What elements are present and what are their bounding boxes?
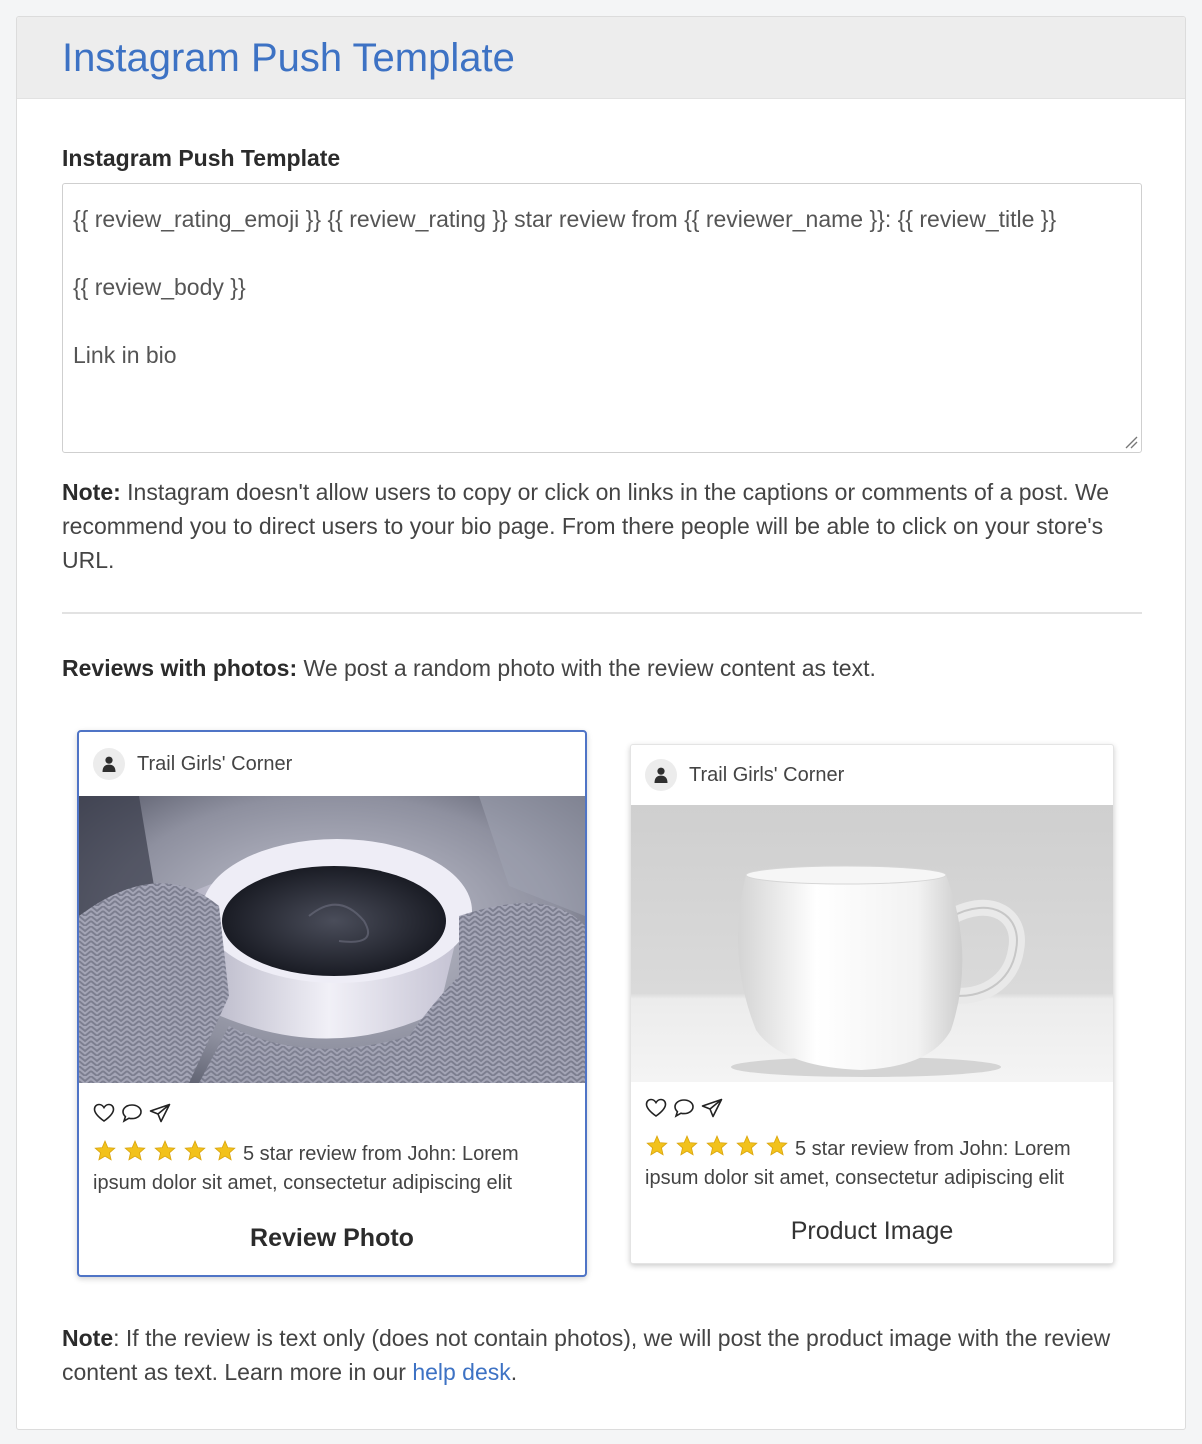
template-line-3: Link in bio (73, 342, 177, 368)
photos-info: Reviews with photos: We post a random ph… (62, 651, 1142, 685)
help-desk-link[interactable]: help desk (412, 1359, 510, 1385)
note-body: Instagram doesn't allow users to copy or… (62, 479, 1110, 573)
instagram-push-panel: Instagram Push Template Instagram Push T… (16, 16, 1186, 1430)
star-icon (154, 1139, 176, 1161)
bottom-note-body: : If the review is text only (does not c… (62, 1325, 1111, 1385)
template-field-label: Instagram Push Template (62, 145, 341, 171)
send-icon[interactable] (701, 1098, 723, 1118)
send-icon[interactable] (149, 1103, 171, 1123)
product-image (631, 805, 1113, 1082)
comment-icon[interactable] (673, 1098, 695, 1118)
star-icon (736, 1134, 758, 1156)
account-name: Trail Girls' Corner (689, 763, 845, 786)
heart-icon[interactable] (645, 1098, 667, 1118)
review-photo-image (79, 796, 585, 1083)
account-name: Trail Girls' Corner (137, 752, 293, 775)
star-icon (766, 1134, 788, 1156)
user-icon (102, 756, 116, 772)
post-caption: 5 star review from John: Lorem ipsum dol… (631, 1134, 1113, 1193)
avatar (93, 748, 125, 780)
post-header: Trail Girls' Corner (631, 745, 1113, 805)
star-icon (124, 1139, 146, 1161)
star-icon (214, 1139, 236, 1161)
rating-stars (93, 1139, 237, 1163)
review-photo-label: Review Photo (250, 1224, 414, 1252)
comment-icon[interactable] (121, 1103, 143, 1123)
page-title: Instagram Push Template (62, 36, 515, 80)
star-icon (184, 1139, 206, 1161)
template-textarea[interactable]: {{ review_rating_emoji }} {{ review_rati… (62, 183, 1142, 453)
bottom-note-prefix: Note (62, 1325, 114, 1351)
note-prefix: Note: (62, 479, 121, 505)
star-icon (646, 1134, 668, 1156)
panel-header: Instagram Push Template (17, 17, 1185, 99)
review-photo-option-card[interactable]: Trail Girls' Corner 5 star review from J… (77, 730, 587, 1277)
product-image-option-card[interactable]: Trail Girls' Corner 5 star review from J… (630, 744, 1114, 1264)
post-actions (79, 1083, 585, 1139)
section-divider (62, 612, 1142, 614)
user-icon (654, 767, 668, 783)
text-only-review-note: Note: If the review is text only (does n… (62, 1321, 1142, 1389)
post-caption: 5 star review from John: Lorem ipsum dol… (79, 1139, 585, 1198)
star-icon (94, 1139, 116, 1161)
template-line-1: {{ review_rating_emoji }} {{ review_rati… (73, 206, 1057, 232)
template-line-2: {{ review_body }} (73, 274, 246, 300)
product-image-label: Product Image (790, 1217, 954, 1245)
star-icon (676, 1134, 698, 1156)
photos-info-body: We post a random photo with the review c… (297, 655, 876, 681)
avatar (645, 759, 677, 791)
instagram-links-note: Note: Instagram doesn't allow users to c… (62, 475, 1142, 577)
post-header: Trail Girls' Corner (79, 732, 585, 796)
post-actions (631, 1082, 1113, 1134)
photos-info-prefix: Reviews with photos: (62, 655, 298, 681)
heart-icon[interactable] (93, 1103, 115, 1123)
resize-grip-icon[interactable] (1124, 435, 1138, 449)
bottom-note-suffix: . (510, 1359, 518, 1385)
rating-stars (645, 1134, 789, 1158)
star-icon (706, 1134, 728, 1156)
